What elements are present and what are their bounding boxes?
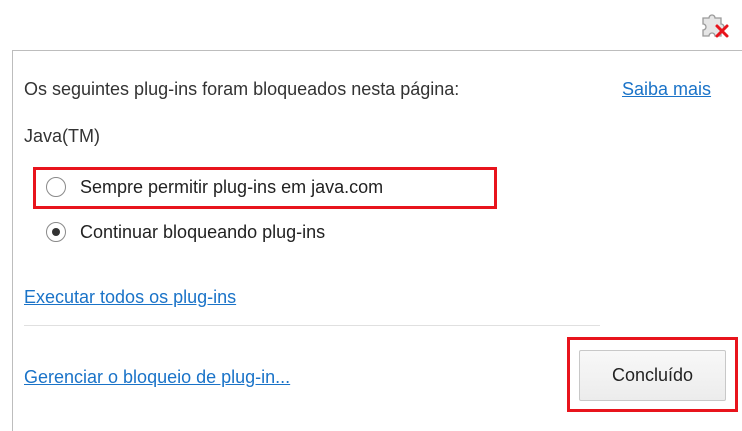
manage-plugin-blocking-link[interactable]: Gerenciar o bloqueio de plug-in... xyxy=(24,367,290,388)
puzzle-blocked-icon xyxy=(702,14,729,38)
blocked-plugin-icon[interactable] xyxy=(697,8,731,42)
radio-always-allow[interactable]: Sempre permitir plug-ins em java.com xyxy=(46,174,383,200)
radio-continue-blocking[interactable]: Continuar bloqueando plug-ins xyxy=(46,219,325,245)
done-button[interactable]: Concluído xyxy=(579,350,726,401)
radio-button-checked[interactable] xyxy=(46,222,66,242)
plugin-name: Java(TM) xyxy=(24,126,100,146)
radio-label-continue-blocking: Continuar bloqueando plug-ins xyxy=(80,221,326,242)
divider xyxy=(24,325,600,326)
radio-label-always-allow: Sempre permitir plug-ins em java.com xyxy=(80,176,384,197)
radio-button-unchecked[interactable] xyxy=(46,177,66,197)
learn-more-link[interactable]: Saiba mais xyxy=(622,79,711,100)
run-all-plugins-link[interactable]: Executar todos os plug-ins xyxy=(24,287,236,308)
blocked-message: Os seguintes plug-ins foram bloqueados n… xyxy=(24,79,460,99)
